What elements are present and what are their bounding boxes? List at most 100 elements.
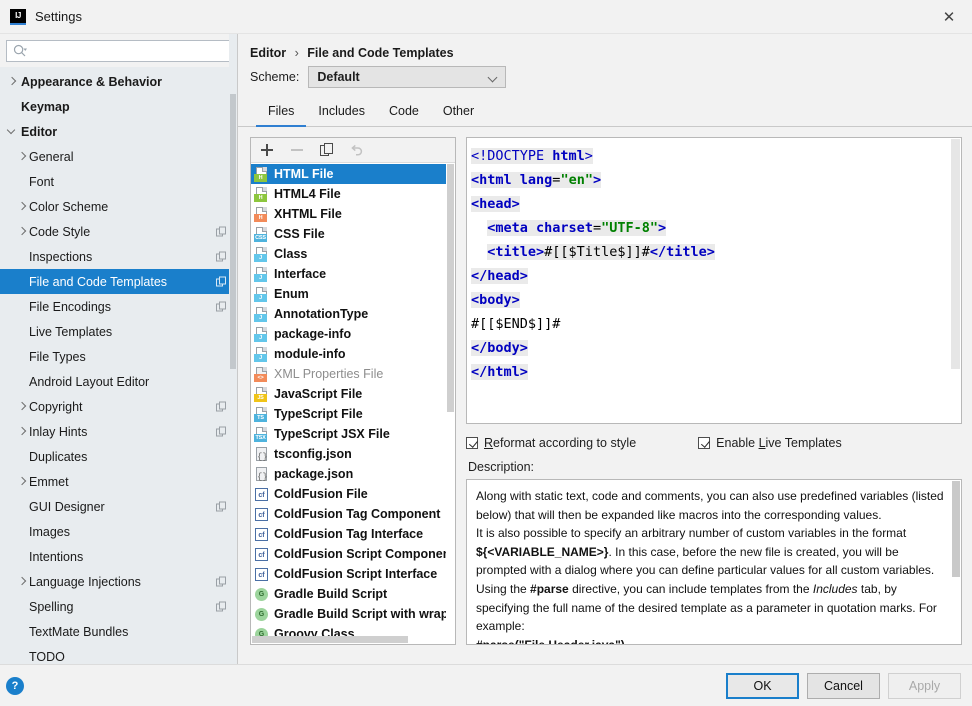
sidebar-item-font[interactable]: Font — [0, 169, 237, 194]
list-item[interactable]: CSS CSS File — [251, 224, 455, 244]
sidebar-item-code-style[interactable]: Code Style — [0, 219, 237, 244]
cancel-button[interactable]: Cancel — [807, 672, 880, 699]
reformat-checkbox-box[interactable] — [466, 437, 478, 449]
chevron-right-icon[interactable] — [16, 475, 29, 488]
sidebar-item-live-templates[interactable]: Live Templates — [0, 319, 237, 344]
list-item[interactable]: cf ColdFusion Tag Component — [251, 504, 455, 524]
template-list-hscrollbar-thumb[interactable] — [252, 636, 408, 643]
template-code-editor[interactable]: <!DOCTYPE html> <html lang="en"> <head> <m… — [466, 137, 962, 424]
list-item[interactable]: J AnnotationType — [251, 304, 455, 324]
description-box[interactable]: Along with static text, code and comment… — [466, 479, 962, 645]
list-item[interactable]: G Gradle Build Script with wrapper — [251, 604, 455, 624]
list-item[interactable]: {} tsconfig.json — [251, 444, 455, 464]
sidebar-item-general[interactable]: General — [0, 144, 237, 169]
reformat-checkbox[interactable]: Reformat according to style — [466, 436, 636, 450]
tab-files[interactable]: Files — [256, 98, 307, 127]
scheme-dropdown[interactable]: Default — [308, 66, 507, 88]
sidebar-item-language-injections[interactable]: Language Injections — [0, 569, 237, 594]
sidebar-item-inlay-hints[interactable]: Inlay Hints — [0, 419, 237, 444]
chevron-right-icon[interactable] — [16, 150, 29, 163]
sidebar-item-android-layout-editor[interactable]: Android Layout Editor — [0, 369, 237, 394]
sidebar-scrollbar[interactable] — [229, 34, 237, 664]
help-icon[interactable]: ? — [6, 676, 24, 695]
settings-tree[interactable]: Appearance & Behavior Keymap Editor General… — [0, 67, 237, 664]
list-item[interactable]: cf ColdFusion File — [251, 484, 455, 504]
sidebar-item-file-and-code-templates[interactable]: File and Code Templates — [0, 269, 237, 294]
code-token: lang — [519, 172, 553, 188]
tab-code[interactable]: Code — [377, 98, 431, 127]
list-item[interactable]: TS TypeScript File — [251, 404, 455, 424]
sidebar-item-file-encodings[interactable]: File Encodings — [0, 294, 237, 319]
sidebar-item-label: Inspections — [29, 249, 93, 264]
list-item[interactable]: <> XML Properties File — [251, 364, 455, 384]
template-list[interactable]: H HTML File H HTML4 File H XHTML File CSS CSS F… — [251, 164, 455, 644]
code-editor-scrollbar[interactable] — [950, 138, 961, 423]
sidebar-item-color-scheme[interactable]: Color Scheme — [0, 194, 237, 219]
copy-icon[interactable] — [319, 142, 335, 158]
live-templates-checkbox[interactable]: Enable Live Templates — [698, 436, 842, 450]
sidebar-scrollbar-thumb[interactable] — [230, 94, 236, 369]
breadcrumb-parent[interactable]: Editor — [250, 46, 286, 60]
list-item[interactable]: cf ColdFusion Script Component — [251, 544, 455, 564]
sidebar-item-file-types[interactable]: File Types — [0, 344, 237, 369]
list-item[interactable]: J Interface — [251, 264, 455, 284]
list-item[interactable]: J Class — [251, 244, 455, 264]
search-box[interactable] — [6, 40, 231, 62]
typescript-file-icon: TS — [254, 406, 269, 422]
template-code-text[interactable]: <!DOCTYPE html> <html lang="en"> <head> <m… — [467, 138, 961, 384]
list-item[interactable]: JS JavaScript File — [251, 384, 455, 404]
list-item[interactable]: TSX TypeScript JSX File — [251, 424, 455, 444]
template-list-scrollbar[interactable] — [446, 164, 455, 644]
template-list-scrollbar-thumb[interactable] — [447, 164, 454, 412]
chevron-right-icon[interactable] — [16, 225, 29, 238]
sidebar-item-inspections[interactable]: Inspections — [0, 244, 237, 269]
sidebar-item-intentions[interactable]: Intentions — [0, 544, 237, 569]
sidebar-item-copyright[interactable]: Copyright — [0, 394, 237, 419]
chevron-right-icon[interactable] — [6, 75, 19, 88]
sidebar-item-appearance-behavior[interactable]: Appearance & Behavior — [0, 69, 237, 94]
list-item[interactable]: H HTML File — [251, 164, 455, 184]
close-icon[interactable]: ✕ — [926, 0, 972, 33]
sidebar-item-textmate-bundles[interactable]: TextMate Bundles — [0, 619, 237, 644]
list-item[interactable]: {} package.json — [251, 464, 455, 484]
chevron-right-icon[interactable] — [16, 200, 29, 213]
sidebar-item-spelling[interactable]: Spelling — [0, 594, 237, 619]
description-scrollbar[interactable] — [951, 480, 961, 644]
tab-includes[interactable]: Includes — [306, 98, 377, 127]
add-icon[interactable] — [259, 142, 275, 158]
list-item[interactable]: H XHTML File — [251, 204, 455, 224]
java-annotation-icon: J — [254, 306, 269, 322]
sidebar-item-editor[interactable]: Editor — [0, 119, 237, 144]
sidebar-item-gui-designer[interactable]: GUI Designer — [0, 494, 237, 519]
coldfusion-script-interface-icon: cf — [254, 567, 269, 582]
sidebar-item-images[interactable]: Images — [0, 519, 237, 544]
list-item[interactable]: H HTML4 File — [251, 184, 455, 204]
code-editor-scrollbar-thumb[interactable] — [951, 139, 960, 369]
list-item[interactable]: J Enum — [251, 284, 455, 304]
list-item[interactable]: cf ColdFusion Tag Interface — [251, 524, 455, 544]
json-file-icon: {} — [254, 446, 269, 462]
dialog-body: Appearance & Behavior Keymap Editor General… — [0, 34, 972, 664]
ok-button[interactable]: OK — [726, 672, 799, 699]
sidebar-item-todo[interactable]: TODO — [0, 644, 237, 664]
sidebar-item-duplicates[interactable]: Duplicates — [0, 444, 237, 469]
search-input[interactable] — [27, 42, 230, 60]
chevron-right-icon[interactable] — [16, 575, 29, 588]
chevron-right-icon[interactable] — [16, 400, 29, 413]
tab-other[interactable]: Other — [431, 98, 486, 127]
sidebar-item-keymap[interactable]: Keymap — [0, 94, 237, 119]
chevron-right-icon[interactable] — [16, 425, 29, 438]
description-scrollbar-thumb[interactable] — [952, 481, 960, 577]
code-token: "en" — [560, 172, 593, 188]
live-templates-checkbox-box[interactable] — [698, 437, 711, 449]
template-tabs[interactable]: Files Includes Code Other — [238, 98, 972, 127]
sidebar-item-emmet[interactable]: Emmet — [0, 469, 237, 494]
chevron-down-icon[interactable] — [6, 125, 19, 138]
list-item[interactable]: G Gradle Build Script — [251, 584, 455, 604]
dialog-buttons: OK Cancel Apply — [726, 672, 972, 699]
list-item[interactable]: Jmodule-info — [251, 344, 455, 364]
list-item[interactable]: cf ColdFusion Script Interface — [251, 564, 455, 584]
coldfusion-tag-interface-icon: cf — [254, 527, 269, 542]
list-item[interactable]: Jpackage-info — [251, 324, 455, 344]
